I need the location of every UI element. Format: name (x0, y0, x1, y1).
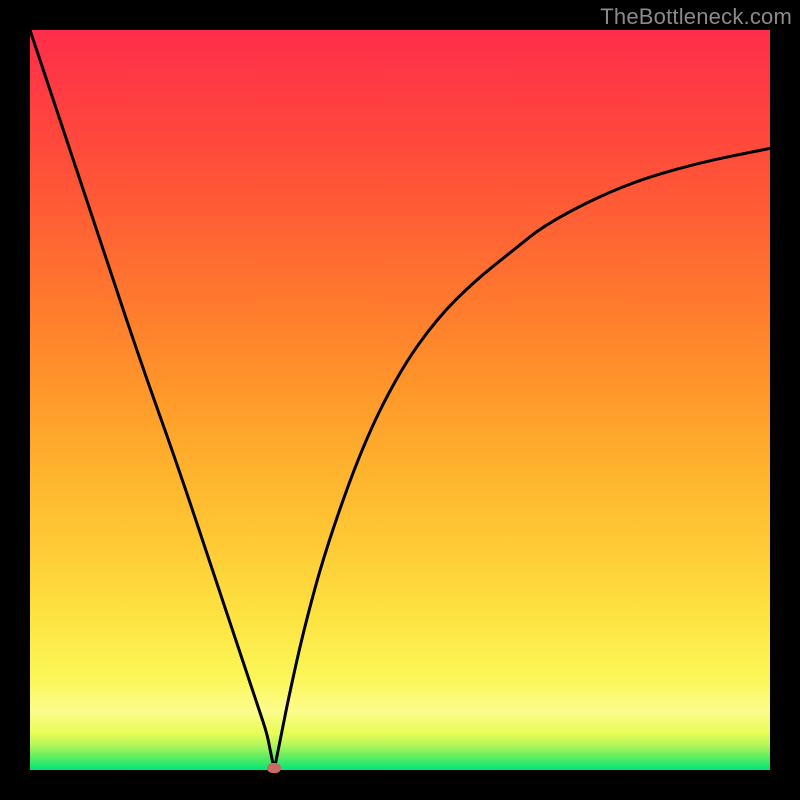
watermark-text: TheBottleneck.com (600, 4, 792, 30)
bottleneck-curve (30, 30, 770, 770)
plot-area (30, 30, 770, 770)
chart-frame: TheBottleneck.com (0, 0, 800, 800)
minimum-marker (267, 763, 281, 773)
